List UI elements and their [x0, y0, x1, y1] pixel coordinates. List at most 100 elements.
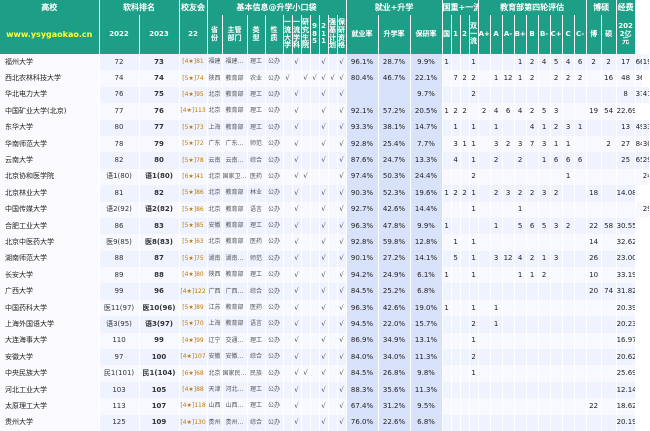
table-row[interactable]: 中国药科大学 医11(97) 医10(96) [5★]89 江苏 教育部 医药 公办 √ √ √ 96… — [0, 299, 650, 317]
table-cell — [478, 119, 491, 136]
table-cell: 26 — [586, 250, 602, 268]
table-cell: 9.9% — [410, 54, 443, 71]
table-cell — [514, 234, 527, 251]
table-row[interactable]: 太原理工大学 113 107 [4★]118 山西 山西… 理工 公办 √ √ √ 67.4% 31.2… — [0, 398, 650, 415]
table-cell — [574, 135, 587, 153]
table-cell: 92.8% — [346, 234, 379, 251]
table-cell — [301, 201, 311, 218]
table-row[interactable]: 上海外国语大学 语3(95) 语3(97) [5★]70 上海 教育部 语言 公办 √ √ √ 94.… — [0, 316, 650, 333]
table-cell: 33.34 — [642, 119, 650, 136]
table-cell: [4★]130 — [179, 414, 208, 431]
table-row[interactable]: 华北电力大学7675[4★]95北京教育部理工公办 √ √ √ 9.7% 2 83741.9… — [0, 86, 650, 104]
table-cell: 1 — [469, 332, 479, 350]
table-row[interactable]: 北京林业大学 81 82 [5★]86 北京 教育部 林业 公办 √ √ √ 90.3% 52.3% 19… — [0, 185, 650, 202]
col-grade-a-minus: A- — [502, 15, 515, 54]
table-cell: 19 — [586, 103, 602, 120]
col-phd: 博 — [586, 15, 602, 54]
table-cell: 1 — [469, 299, 479, 317]
table-cell — [283, 414, 293, 431]
table-cell: √ — [292, 349, 302, 366]
table-row[interactable]: 华南师范大学 78 79 [5★]72 广东 广东… 师范 公办 √ √ √ 92.8% 25.4% 7.… — [0, 135, 650, 153]
table-cell: 20.5% — [410, 103, 443, 120]
table-row[interactable]: 大连海事大学 110 99 [4★]99 辽宁 交通… 理工 公办 √ √ √ 86.9% 34.9% 1… — [0, 332, 650, 350]
table-cell — [574, 201, 587, 218]
table-row[interactable]: 中央民族大学 民1(101) 民1(104) [6★]68 北京 国家民… 民族 公办 √ √ √ √… — [0, 365, 650, 382]
table-cell — [586, 168, 602, 186]
table-cell — [328, 119, 338, 136]
table-cell — [490, 332, 503, 350]
table-row[interactable]: 合肥工业大学 86 83 [5★]85 安徽 教育部 理工 公办 √ √ √ 96.3% 47.8% 9.… — [0, 217, 650, 235]
table-row[interactable]: 湖南师范大学 88 87 [5★]75 湖南 湖南… 师范 公办 √ √ √ 90.1% 27.2% 14… — [0, 250, 650, 268]
table-cell: 2 — [562, 217, 575, 235]
table-cell — [550, 381, 563, 399]
table-cell: 教育部 — [222, 103, 248, 120]
table-cell — [574, 234, 587, 251]
table-cell — [586, 299, 602, 317]
table-cell — [310, 250, 320, 268]
table-cell: 教育部 — [222, 185, 248, 202]
table-cell — [328, 54, 338, 71]
table-row[interactable]: 北京协和医学院 语1(80) 语1(80) [6★]41 北京 国家卫… 医药 公办 √ √ √ 97… — [0, 168, 650, 186]
table-cell: [5★]70 — [179, 316, 208, 333]
table-cell: 20.19 — [616, 414, 636, 431]
table-row[interactable]: 北京中医药大学 医9(85) 医8(83) [5★]63 北京 教育部 医药 公办 √ √ √ 92.… — [0, 234, 650, 251]
table-row[interactable]: 西北农林科技大学 74 74 [5★]74 陕西 教育部 农业 公办 √ √ √ √ √ √ 80.4% 46… — [0, 70, 650, 87]
table-cell: 7.7% — [410, 135, 443, 153]
school-name: 大连海事大学 — [0, 332, 100, 350]
col-group-basic-info: 基本信息@升学小口袋 — [207, 0, 347, 15]
table-cell — [550, 201, 563, 218]
table-cell — [562, 349, 575, 366]
table-cell: 80 — [139, 152, 180, 169]
table-cell — [460, 217, 470, 235]
table-cell — [586, 86, 602, 104]
table-row[interactable]: 东华大学 80 77 [5★]73 上海 教育部 理工 公办 √ √ √ 93.3% 38.1% 14.7… — [0, 119, 650, 136]
table-cell — [574, 349, 587, 366]
table-row[interactable]: 中国传媒大学 语2(92) 语2(82) [5★]86 北京 教育部 语言 公办 √ √ √ 92.7… — [0, 201, 650, 218]
school-name: 合肥工业大学 — [0, 217, 100, 235]
table-cell — [586, 70, 602, 87]
table-cell — [601, 168, 617, 186]
school-name: 华南师范大学 — [0, 135, 100, 153]
table-cell — [310, 398, 320, 415]
table-cell: 83 — [139, 217, 180, 235]
table-cell — [301, 299, 311, 317]
table-cell: [5★]74 — [179, 70, 208, 87]
table-cell: 72 — [99, 54, 140, 71]
table-row[interactable]: 福州大学 72 73 [4★]81 福建 福建… 理工 公办 √ √ √ 96.1% 28.7% 9.9%… — [0, 54, 650, 71]
table-cell: 13.1% — [410, 332, 443, 350]
table-cell: 公办 — [265, 349, 284, 366]
table-cell — [442, 250, 452, 268]
table-cell: 语3(97) — [139, 316, 180, 333]
table-cell — [502, 267, 515, 284]
table-cell: 公办 — [265, 119, 284, 136]
table-cell: 3 — [562, 119, 575, 136]
table-cell — [574, 365, 587, 382]
col-alumni-22: 22 — [179, 15, 208, 54]
table-row[interactable]: 河北工业大学 103 105 [4★]88 天津 河北… 理工 公办 √ √ √ 88.3% 35.6%… — [0, 381, 650, 399]
table-row[interactable]: 中国矿业大学(北京) 77 76 [4★]113 北京 教育部 理工 公办 √ √ √ 92.1% 57… — [0, 103, 650, 120]
table-cell: 2 — [478, 103, 491, 120]
table-row[interactable]: 广西大学 99 96 [4★]122 广西 广西… 综合 公办 √ √ √ 84.5% 25.2% 6.8… — [0, 283, 650, 300]
col-province: 省份 — [207, 15, 223, 54]
table-cell: 37 — [635, 86, 643, 104]
table-cell — [514, 168, 527, 186]
table-cell: 安徽… — [222, 349, 248, 366]
table-cell: 89 — [99, 267, 140, 284]
table-cell — [292, 70, 302, 87]
table-cell: 84 — [635, 135, 643, 153]
school-name: 福州大学 — [0, 54, 100, 71]
table-cell — [502, 201, 515, 218]
table-row[interactable]: 云南大学 82 80 [5★]78 云南 云南… 综合 公办 √ √ √ 87.6% 24.7% 13.3… — [0, 152, 650, 169]
table-row[interactable]: 贵州大学 125 109 [4★]130 贵州 贵州… 综合 公办 √ √ √ 76.0% 22.6% 6… — [0, 414, 650, 431]
table-cell: 湖南 — [207, 250, 223, 268]
table-row[interactable]: 长安大学 89 88 [4★]80 陕西 教育部 理工 公办 √ √ √ 94.2% 24.9% 6.1%… — [0, 267, 650, 284]
table-cell: 1 — [469, 135, 479, 153]
table-row[interactable]: 安徽大学 97 100 [4★]107 安徽 安徽… 综合 公办 √ √ √ 84.0% 34.0% 11… — [0, 349, 650, 366]
col-group-employment: 就业+升学 — [346, 0, 443, 15]
table-cell: 84.5% — [346, 365, 379, 382]
col-grade-a: A — [490, 15, 503, 54]
table-cell: 22.0% — [378, 316, 411, 333]
table-cell: 理工 — [247, 119, 266, 136]
table-cell: 山西 — [207, 398, 223, 415]
site-url[interactable]: www.ysygaokao.cn — [0, 15, 100, 54]
